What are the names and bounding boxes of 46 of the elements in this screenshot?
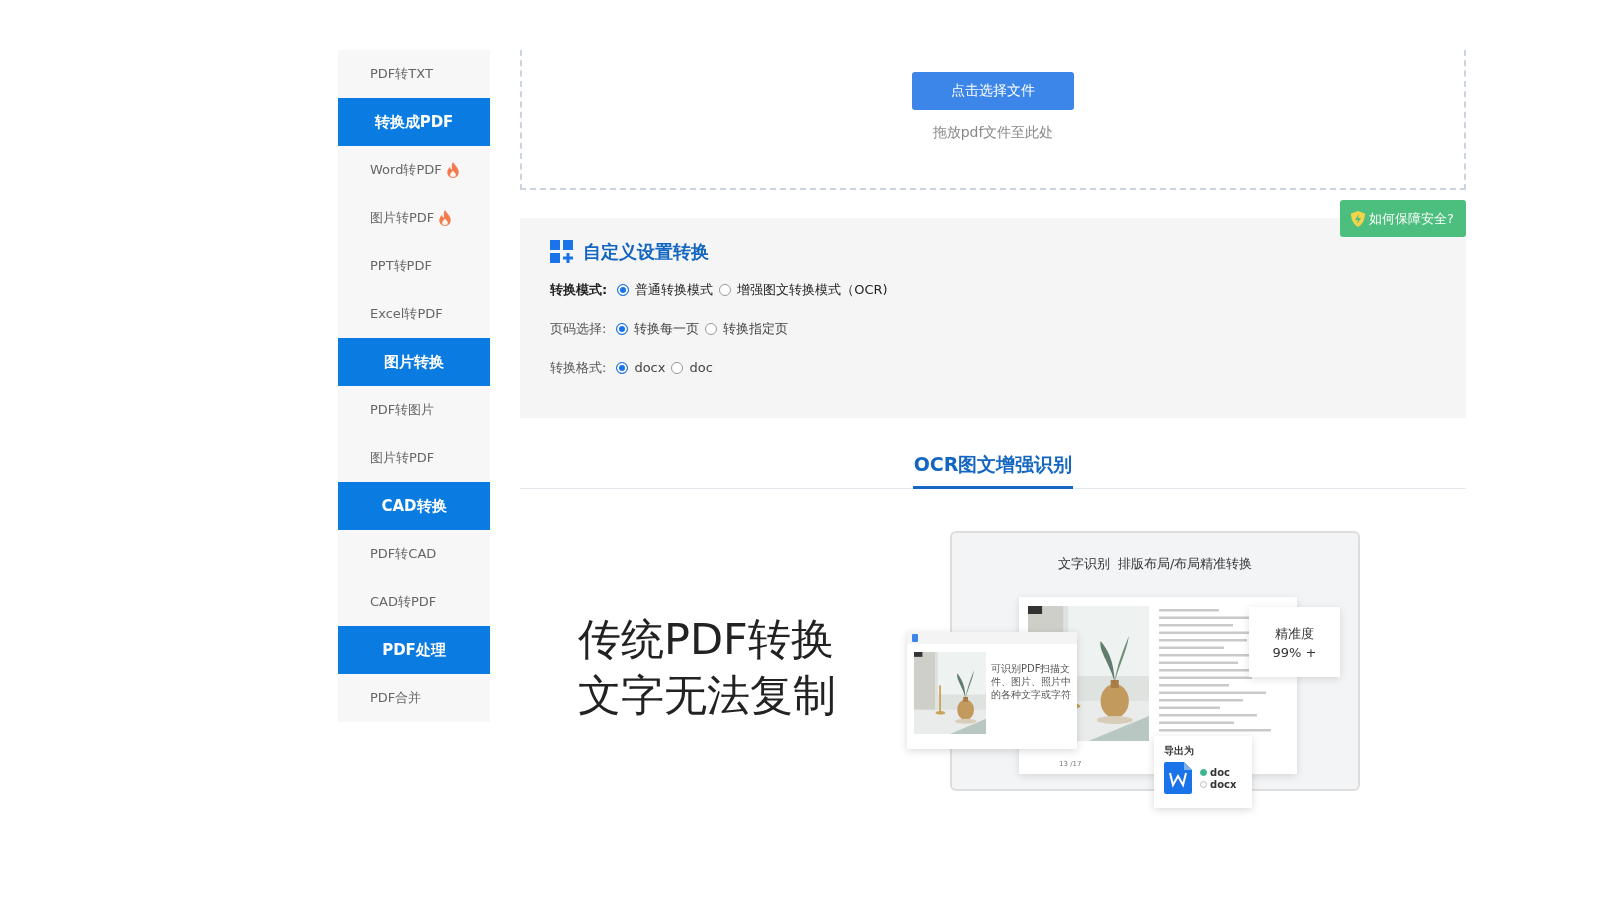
category-header[interactable]: PDF处理: [338, 626, 490, 674]
sidebar-item[interactable]: 图片转PDF: [370, 209, 435, 227]
radio-button[interactable]: [671, 361, 684, 374]
sidebar-item[interactable]: PDF转CAD: [338, 530, 490, 578]
shield-icon: [1350, 209, 1367, 228]
format-option: doc: [1210, 766, 1230, 778]
setting-label: 页码选择:: [550, 319, 607, 338]
category-header[interactable]: 转换成PDF: [338, 98, 490, 146]
illustration-title: 文字识别 排版布局/布局精准转换: [1057, 556, 1253, 571]
radio-button[interactable]: [705, 322, 718, 335]
promo-text: 传统PDF转换: [578, 613, 835, 666]
caption-text: 可识别PDF扫描文件、图片、照片中的各种文字或字符: [991, 662, 1072, 701]
sidebar-item[interactable]: PPT转PDF: [338, 242, 490, 290]
radio-button[interactable]: [616, 322, 629, 335]
option-label[interactable]: 转换每一页: [634, 319, 700, 338]
sidebar-item[interactable]: PDF合并: [338, 674, 490, 722]
sidebar-item[interactable]: Word转PDF: [370, 161, 442, 179]
accuracy-label: 精准度: [1275, 624, 1314, 643]
sidebar-item[interactable]: PDF转图片: [338, 386, 490, 434]
radio-button[interactable]: [617, 283, 630, 296]
sidebar-item[interactable]: 图片转PDF: [338, 434, 490, 482]
option-label[interactable]: 转换指定页: [723, 319, 789, 338]
tab[interactable]: OCR图文增强识别: [912, 446, 1074, 489]
sidebar-item[interactable]: Excel转PDF: [338, 290, 490, 338]
setting-label: 转换模式:: [550, 280, 608, 299]
category-header[interactable]: CAD转换: [338, 482, 490, 530]
export-title: 导出为: [1164, 744, 1195, 758]
option-label[interactable]: 普通转换模式: [635, 280, 714, 299]
category-header[interactable]: 图片转换: [338, 338, 490, 386]
option-label[interactable]: docx: [634, 360, 666, 375]
radio-button[interactable]: [719, 283, 732, 296]
grid-plus-icon: [550, 240, 574, 264]
radio-button[interactable]: [616, 361, 629, 374]
format-option: docx: [1210, 778, 1237, 790]
setting-label: 转换格式:: [550, 358, 607, 377]
drop-hint: 拖放pdf文件至此处: [932, 124, 1054, 142]
sidebar-item[interactable]: CAD转PDF: [338, 578, 490, 626]
file-icon: [912, 634, 918, 642]
sidebar-item[interactable]: PDF转TXT: [338, 50, 490, 98]
option-label[interactable]: 增强图文转换模式（OCR): [737, 280, 888, 299]
option-label[interactable]: doc: [689, 360, 713, 375]
settings-title: 自定义设置转换: [583, 240, 709, 264]
accuracy-value: 99% +: [1272, 644, 1317, 660]
word-document-icon: [1164, 762, 1192, 794]
select-file-button[interactable]: 点击选择文件: [912, 72, 1074, 110]
promo-text: 文字无法复制: [578, 669, 836, 722]
